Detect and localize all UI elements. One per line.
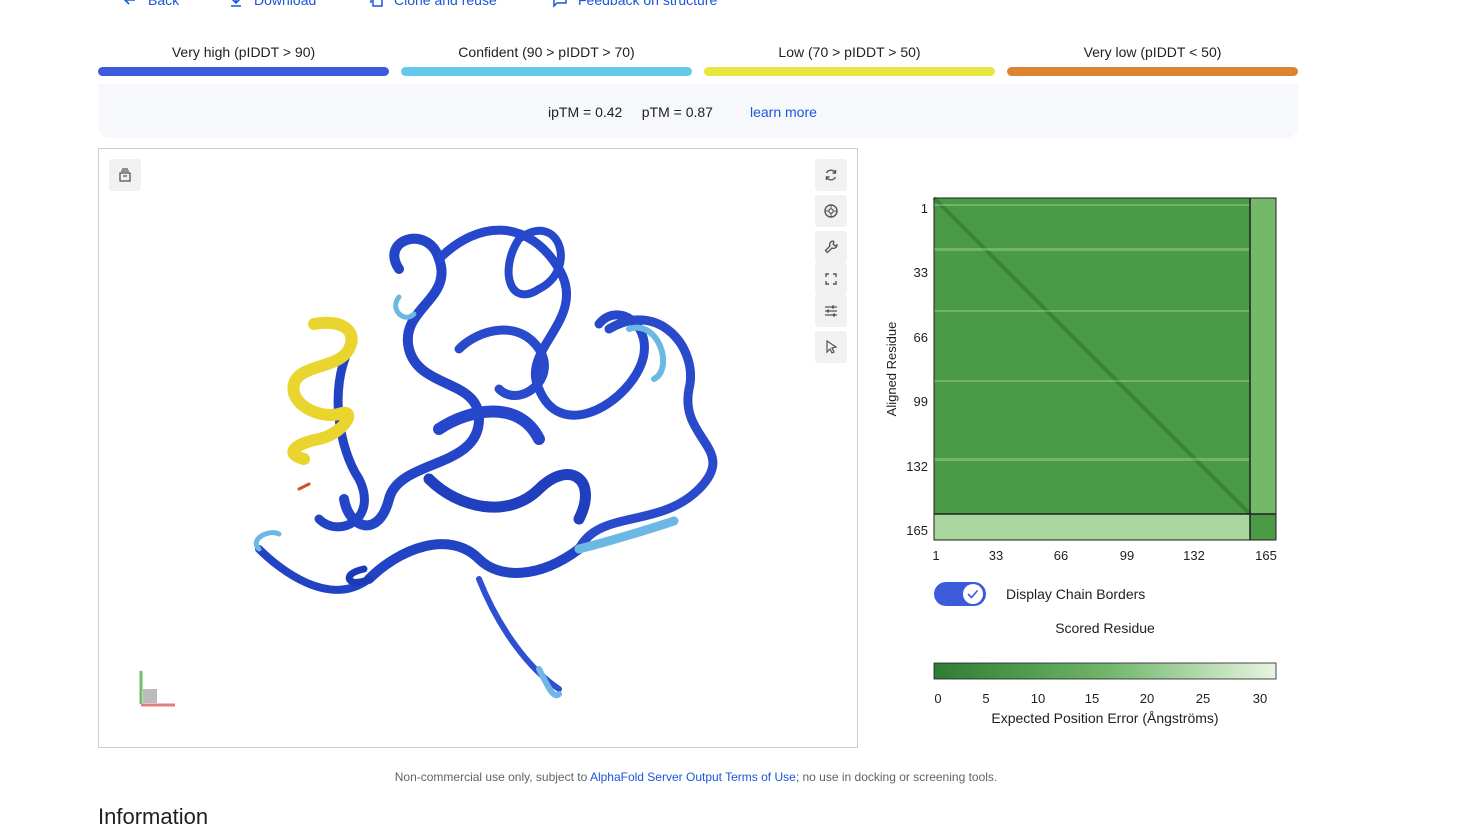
colorbar-tick: 15 <box>1085 691 1099 706</box>
colorbar <box>933 662 1277 680</box>
pae-chart: 1 33 66 99 132 165 1 33 66 99 132 165 Al… <box>884 196 1277 726</box>
y-tick: 1 <box>921 201 928 216</box>
legend-low: Low (70 > pIDDT > 50) <box>704 44 995 76</box>
y-axis-label: Aligned Residue <box>884 322 899 417</box>
colorbar-tick: 10 <box>1031 691 1045 706</box>
x-tick: 33 <box>989 548 1003 563</box>
footer-prefix: Non-commercial use only, subject to <box>394 770 590 784</box>
legend-bar <box>98 67 389 76</box>
information-heading: Information <box>98 804 209 829</box>
toggle-label: Display Chain Borders <box>1006 586 1145 602</box>
clone-label: Clone and reuse <box>394 0 497 8</box>
feedback-icon <box>553 0 567 8</box>
colorbar-tick: 20 <box>1140 691 1154 706</box>
iptm-ptm-scores: ipTM = 0.42 pTM = 0.87 <box>548 104 713 120</box>
back-label: Back <box>148 0 180 8</box>
back-button[interactable]: Back <box>122 0 179 8</box>
legend-bar <box>401 67 692 76</box>
legend-very-low: Very low (pIDDT < 50) <box>1007 44 1298 76</box>
y-tick: 132 <box>906 459 928 474</box>
clone-button[interactable]: Clone and reuse <box>368 0 497 8</box>
legend-bar <box>704 67 995 76</box>
legend-very-high: Very high (pIDDT > 90) <box>98 44 389 76</box>
legend-label: Confident (90 > pIDDT > 70) <box>458 44 635 60</box>
x-tick: 165 <box>1255 548 1277 563</box>
legend-label: Very low (pIDDT < 50) <box>1083 44 1222 60</box>
download-button[interactable]: Download <box>228 0 316 8</box>
colorbar-tick: 5 <box>982 691 989 706</box>
legend-label: Low (70 > pIDDT > 50) <box>778 44 921 60</box>
footer-suffix: ; no use in docking or screening tools. <box>795 770 998 784</box>
x-tick: 132 <box>1183 548 1205 563</box>
pae-plot: 1 33 66 99 132 165 1 33 66 99 132 165 Al… <box>876 160 1296 740</box>
plddt-legend: Very high (pIDDT > 90) Confident (90 > p… <box>98 44 1298 78</box>
y-tick: 99 <box>914 394 928 409</box>
feedback-button[interactable]: Feedback on structure <box>552 0 717 8</box>
download-icon <box>231 0 241 7</box>
arrow-left-icon <box>123 0 135 5</box>
colorbar-label: Expected Position Error (Ångströms) <box>991 710 1218 726</box>
colorbar-tick: 30 <box>1253 691 1267 706</box>
y-tick: 66 <box>914 330 928 345</box>
legend-confident: Confident (90 > pIDDT > 70) <box>401 44 692 76</box>
protein-structure <box>139 225 718 707</box>
colorbar-tick: 25 <box>1196 691 1210 706</box>
x-tick: 1 <box>932 548 939 563</box>
x-tick: 66 <box>1054 548 1068 563</box>
download-label: Download <box>254 0 317 8</box>
terms-footer: Non-commercial use only, subject to Alph… <box>0 770 1392 784</box>
copy-icon <box>370 0 383 7</box>
x-axis-label: Scored Residue <box>1055 620 1155 636</box>
legend-bar <box>1007 67 1298 76</box>
y-tick: 33 <box>914 265 928 280</box>
learn-more-link[interactable]: learn more <box>750 104 817 120</box>
structure-viewer[interactable] <box>98 148 858 748</box>
score-panel: ipTM = 0.42 pTM = 0.87 learn more <box>98 84 1298 138</box>
feedback-label: Feedback on structure <box>578 0 718 8</box>
terms-link[interactable]: AlphaFold Server Output Terms of Use <box>590 770 796 784</box>
legend-label: Very high (pIDDT > 90) <box>171 44 316 60</box>
colorbar-tick: 0 <box>934 691 941 706</box>
x-tick: 99 <box>1120 548 1134 563</box>
chain-borders-toggle[interactable] <box>934 582 986 606</box>
y-tick: 165 <box>906 523 928 538</box>
